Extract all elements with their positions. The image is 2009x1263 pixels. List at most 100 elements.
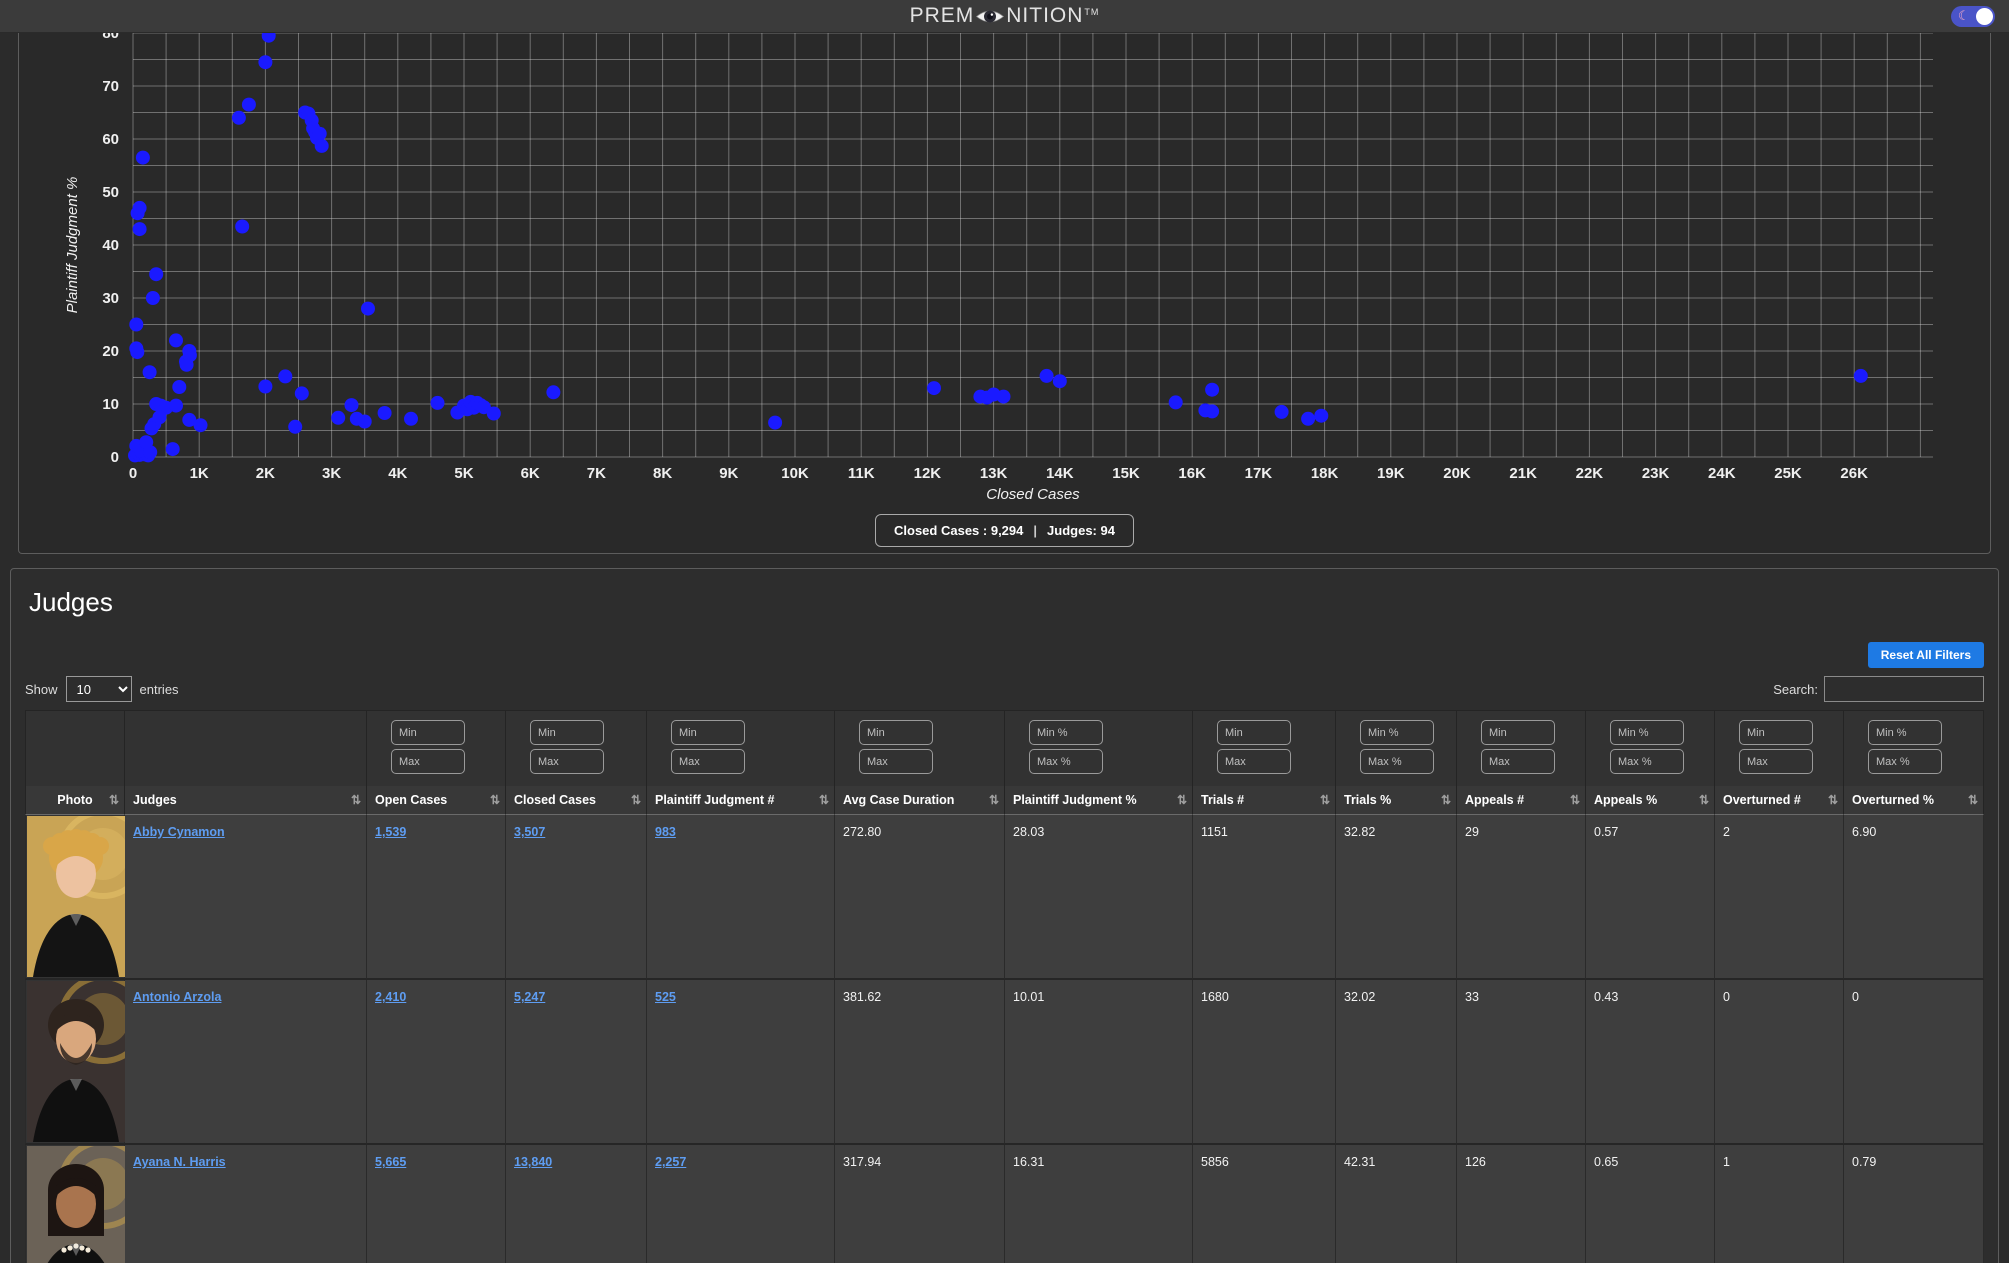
open-cases-link[interactable]: 2,410 xyxy=(375,990,406,1004)
filter-max-overturned[interactable] xyxy=(1868,749,1942,774)
filter-cell-avg-case-duration xyxy=(835,710,1005,786)
scatter-chart[interactable]: 01K2K3K4K5K6K7K8K9K10K11K12K13K14K15K16K… xyxy=(19,33,1990,512)
filter-min-appeals[interactable] xyxy=(1481,720,1555,745)
plaintiff-judgment-link[interactable]: 983 xyxy=(655,825,676,839)
filter-max-closed-cases[interactable] xyxy=(530,749,604,774)
column-header-overturned[interactable]: Overturned # ⇅ xyxy=(1715,786,1844,815)
filter-max-open-cases[interactable] xyxy=(391,749,465,774)
open-cases-link[interactable]: 5,665 xyxy=(375,1155,406,1169)
cell-trials: 1680 xyxy=(1193,980,1336,1145)
column-header-judges[interactable]: Judges⇅ xyxy=(125,786,367,815)
filter-min-overturned[interactable] xyxy=(1739,720,1813,745)
svg-text:23K: 23K xyxy=(1642,465,1670,482)
svg-text:60: 60 xyxy=(102,131,119,148)
filter-min-open-cases[interactable] xyxy=(391,720,465,745)
sort-icon[interactable]: ⇅ xyxy=(819,793,829,807)
filter-min-plaintiff-judgment[interactable] xyxy=(671,720,745,745)
theme-toggle[interactable]: ☾ xyxy=(1951,6,1995,27)
filter-max-trials[interactable] xyxy=(1360,749,1434,774)
column-label: Plaintiff Judgment % xyxy=(1013,793,1137,807)
closed-cases-link[interactable]: 3,507 xyxy=(514,825,545,839)
search-input[interactable] xyxy=(1824,676,1984,702)
filter-max-avg-case-duration[interactable] xyxy=(859,749,933,774)
sort-icon[interactable]: ⇅ xyxy=(1828,793,1838,807)
judge-photo[interactable] xyxy=(27,1146,125,1263)
sort-icon[interactable]: ⇅ xyxy=(631,793,641,807)
column-header-avg-case-duration[interactable]: Avg Case Duration⇅ xyxy=(835,786,1005,815)
page-length-select[interactable]: 10 xyxy=(66,676,132,702)
svg-text:4K: 4K xyxy=(388,465,407,482)
sort-icon[interactable]: ⇅ xyxy=(1699,793,1709,807)
filter-max-appeals[interactable] xyxy=(1481,749,1555,774)
filter-min-trials[interactable] xyxy=(1360,720,1434,745)
closed-cases-link[interactable]: 13,840 xyxy=(514,1155,552,1169)
column-label: Overturned # xyxy=(1723,793,1801,807)
toggle-knob[interactable] xyxy=(1976,8,1993,25)
cell-appeals: 29 xyxy=(1457,815,1586,980)
column-header-trials[interactable]: Trials #⇅ xyxy=(1193,786,1336,815)
sort-icon[interactable]: ⇅ xyxy=(109,793,119,807)
filter-max-plaintiff-judgment[interactable] xyxy=(671,749,745,774)
cell-appeals: 0.65 xyxy=(1586,1145,1715,1263)
cell-appeals: 0.43 xyxy=(1586,980,1715,1145)
eye-icon xyxy=(975,7,1005,26)
column-header-plaintiff-judgment[interactable]: Plaintiff Judgment #⇅ xyxy=(647,786,835,815)
filter-min-overturned[interactable] xyxy=(1868,720,1942,745)
judge-name-link[interactable]: Antonio Arzola xyxy=(133,990,221,1004)
cell-closed-cases: 5,247 xyxy=(506,980,647,1145)
plaintiff-judgment-link[interactable]: 525 xyxy=(655,990,676,1004)
column-header-open-cases[interactable]: Open Cases⇅ xyxy=(367,786,506,815)
cell-photo xyxy=(25,980,125,1145)
judge-name-link[interactable]: Abby Cynamon xyxy=(133,825,225,839)
svg-text:19K: 19K xyxy=(1377,465,1405,482)
svg-text:17K: 17K xyxy=(1245,465,1273,482)
filter-min-appeals[interactable] xyxy=(1610,720,1684,745)
chart-panel: 01K2K3K4K5K6K7K8K9K10K11K12K13K14K15K16K… xyxy=(18,33,1991,554)
filter-min-closed-cases[interactable] xyxy=(530,720,604,745)
filter-max-overturned[interactable] xyxy=(1739,749,1813,774)
filter-cell-plaintiff-judgment xyxy=(647,710,835,786)
filter-max-trials[interactable] xyxy=(1217,749,1291,774)
plaintiff-judgment-link[interactable]: 2,257 xyxy=(655,1155,686,1169)
filter-min-plaintiff-judgment[interactable] xyxy=(1029,720,1103,745)
column-header-trials[interactable]: Trials %⇅ xyxy=(1336,786,1457,815)
cell-appeals: 33 xyxy=(1457,980,1586,1145)
judge-name-link[interactable]: Ayana N. Harris xyxy=(133,1155,226,1169)
filter-cell-plaintiff-judgment xyxy=(1005,710,1193,786)
cell-plaintiff-judgment: 983 xyxy=(647,815,835,980)
reset-all-filters-button[interactable]: Reset All Filters xyxy=(1868,642,1984,668)
filter-cell-judges xyxy=(125,710,367,786)
sort-icon[interactable]: ⇅ xyxy=(1968,793,1978,807)
sort-icon[interactable]: ⇅ xyxy=(1320,793,1330,807)
closed-cases-link[interactable]: 5,247 xyxy=(514,990,545,1004)
judge-photo[interactable] xyxy=(27,981,125,1142)
svg-text:5K: 5K xyxy=(454,465,473,482)
filter-min-avg-case-duration[interactable] xyxy=(859,720,933,745)
filter-max-appeals[interactable] xyxy=(1610,749,1684,774)
open-cases-link[interactable]: 1,539 xyxy=(375,825,406,839)
sort-icon[interactable]: ⇅ xyxy=(1177,793,1187,807)
filter-cell-overturned xyxy=(1844,710,1984,786)
sort-icon[interactable]: ⇅ xyxy=(351,793,361,807)
closed-cases-value: 9,294 xyxy=(991,523,1024,538)
filter-max-plaintiff-judgment[interactable] xyxy=(1029,749,1103,774)
sort-icon[interactable]: ⇅ xyxy=(1570,793,1580,807)
column-header-plaintiff-judgment[interactable]: Plaintiff Judgment % ⇅ xyxy=(1005,786,1193,815)
brand-text-right: NITION xyxy=(1006,4,1083,28)
column-header-appeals[interactable]: Appeals %⇅ xyxy=(1586,786,1715,815)
column-header-overturned[interactable]: Overturned %⇅ xyxy=(1844,786,1984,815)
filter-min-trials[interactable] xyxy=(1217,720,1291,745)
entries-label: entries xyxy=(140,682,179,697)
sort-icon[interactable]: ⇅ xyxy=(490,793,500,807)
cell-closed-cases: 13,840 xyxy=(506,1145,647,1263)
filter-cell-photo xyxy=(25,710,125,786)
sort-icon[interactable]: ⇅ xyxy=(1441,793,1451,807)
column-header-photo[interactable]: Photo⇅ xyxy=(25,786,125,815)
column-header-appeals[interactable]: Appeals #⇅ xyxy=(1457,786,1586,815)
cell-overturned: 0 xyxy=(1715,980,1844,1145)
judge-photo[interactable] xyxy=(27,816,125,977)
column-header-closed-cases[interactable]: Closed Cases⇅ xyxy=(506,786,647,815)
cell-appeals: 0.57 xyxy=(1586,815,1715,980)
sort-icon[interactable]: ⇅ xyxy=(989,793,999,807)
svg-text:10: 10 xyxy=(102,396,119,413)
